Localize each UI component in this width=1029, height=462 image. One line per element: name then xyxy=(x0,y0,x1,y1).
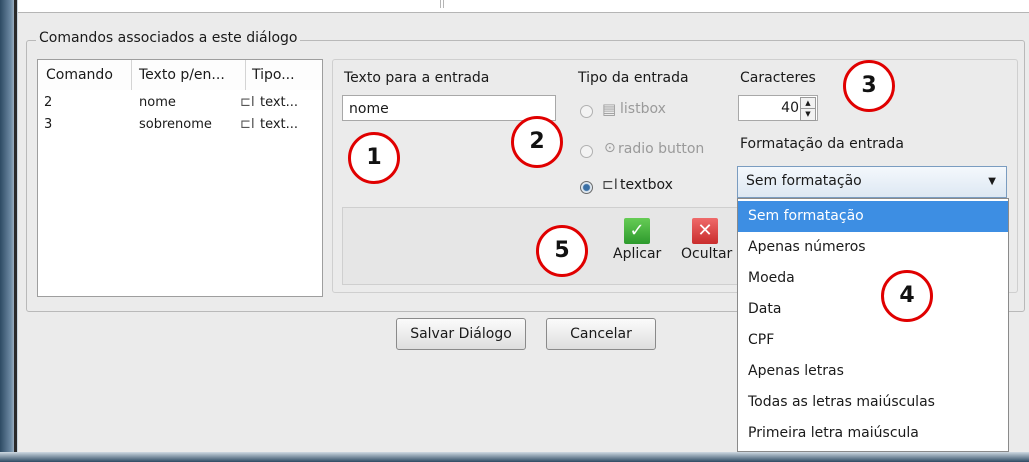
entry-text-input[interactable]: nome xyxy=(342,95,556,121)
listbox-icon: ▤ xyxy=(602,100,617,118)
cell-text: sobrenome xyxy=(139,117,212,132)
callout-4: 4 xyxy=(881,270,933,322)
format-label: Formatação da entrada xyxy=(740,136,904,152)
dropdown-option[interactable]: Data xyxy=(738,294,1008,325)
top-divider xyxy=(18,12,1029,13)
column-header-tipo[interactable]: Tipo... xyxy=(246,60,322,90)
group-title: Comandos associados a este diálogo xyxy=(36,30,301,46)
dropdown-option[interactable]: Sem formatação xyxy=(738,201,1008,232)
radio-glyph-icon: ⊙ xyxy=(604,140,616,156)
textbox-icon: ⊏Ⅰ xyxy=(240,117,255,132)
dropdown-option[interactable]: Moeda xyxy=(738,263,1008,294)
hide-button-label[interactable]: Ocultar xyxy=(681,246,737,262)
window-bottom-border xyxy=(0,452,1029,462)
radio-listbox-label: listbox xyxy=(620,101,666,117)
cancel-button[interactable]: Cancelar xyxy=(546,318,656,350)
chars-spinner[interactable]: 40 ▲ ▼ xyxy=(738,95,818,121)
format-dropdown-list[interactable]: Sem formatação Apenas números Moeda Data… xyxy=(737,198,1009,452)
textbox-icon: ⊏Ⅰ xyxy=(240,95,255,110)
table-row[interactable]: 2 nome ⊏Ⅰ text... xyxy=(38,92,322,114)
cell-command: 3 xyxy=(44,117,53,132)
callout-2: 2 xyxy=(511,116,563,168)
table-row[interactable]: 3 sobrenome ⊏Ⅰ text... xyxy=(38,114,322,136)
input-type-label: Tipo da entrada xyxy=(578,70,689,86)
cell-type: text... xyxy=(260,95,299,110)
cell-type: text... xyxy=(260,117,299,132)
chars-value: 40 xyxy=(781,100,799,116)
chevron-down-icon[interactable]: ▼ xyxy=(988,176,996,187)
radio-radio-button-label: radio button xyxy=(618,141,705,157)
save-dialog-button[interactable]: Salvar Diálogo xyxy=(396,318,526,350)
entry-text-label: Texto para a entrada xyxy=(344,70,490,86)
cell-command: 2 xyxy=(44,95,53,110)
dropdown-option[interactable]: CPF xyxy=(738,325,1008,356)
splitter-grip[interactable] xyxy=(440,0,444,8)
cell-text: nome xyxy=(139,95,176,110)
chars-label: Caracteres xyxy=(740,70,816,86)
apply-button-label[interactable]: Aplicar xyxy=(613,246,661,262)
radio-radio-button-button[interactable] xyxy=(580,145,593,158)
radio-listbox-button[interactable] xyxy=(580,105,593,118)
window-left-edge xyxy=(14,0,17,462)
dropdown-option[interactable]: Apenas números xyxy=(738,232,1008,263)
callout-3: 3 xyxy=(843,60,895,112)
radio-textbox-label: textbox xyxy=(620,177,673,193)
close-icon[interactable]: ✕ xyxy=(692,218,718,244)
radio-textbox-button[interactable] xyxy=(580,181,593,194)
textbox-icon: ⊏Ⅰ xyxy=(602,177,618,193)
column-header-texto[interactable]: Texto p/en... xyxy=(132,60,246,90)
dropdown-option[interactable]: Primeira letra maiúscula xyxy=(738,418,1008,449)
column-header-comando[interactable]: Comando xyxy=(38,60,132,90)
commands-table[interactable]: Comando Texto p/en... Tipo... 2 nome ⊏Ⅰ … xyxy=(37,59,323,297)
callout-1: 1 xyxy=(348,132,400,184)
check-icon[interactable]: ✓ xyxy=(624,218,650,244)
callout-5: 5 xyxy=(536,225,588,277)
format-select[interactable]: Sem formatação ▼ xyxy=(737,166,1007,198)
spinner-down-icon[interactable]: ▼ xyxy=(800,108,816,121)
dropdown-option[interactable]: Todas as letras maiúsculas xyxy=(738,387,1008,418)
dropdown-option[interactable]: Apenas letras xyxy=(738,356,1008,387)
format-selected-value: Sem formatação xyxy=(746,173,862,189)
